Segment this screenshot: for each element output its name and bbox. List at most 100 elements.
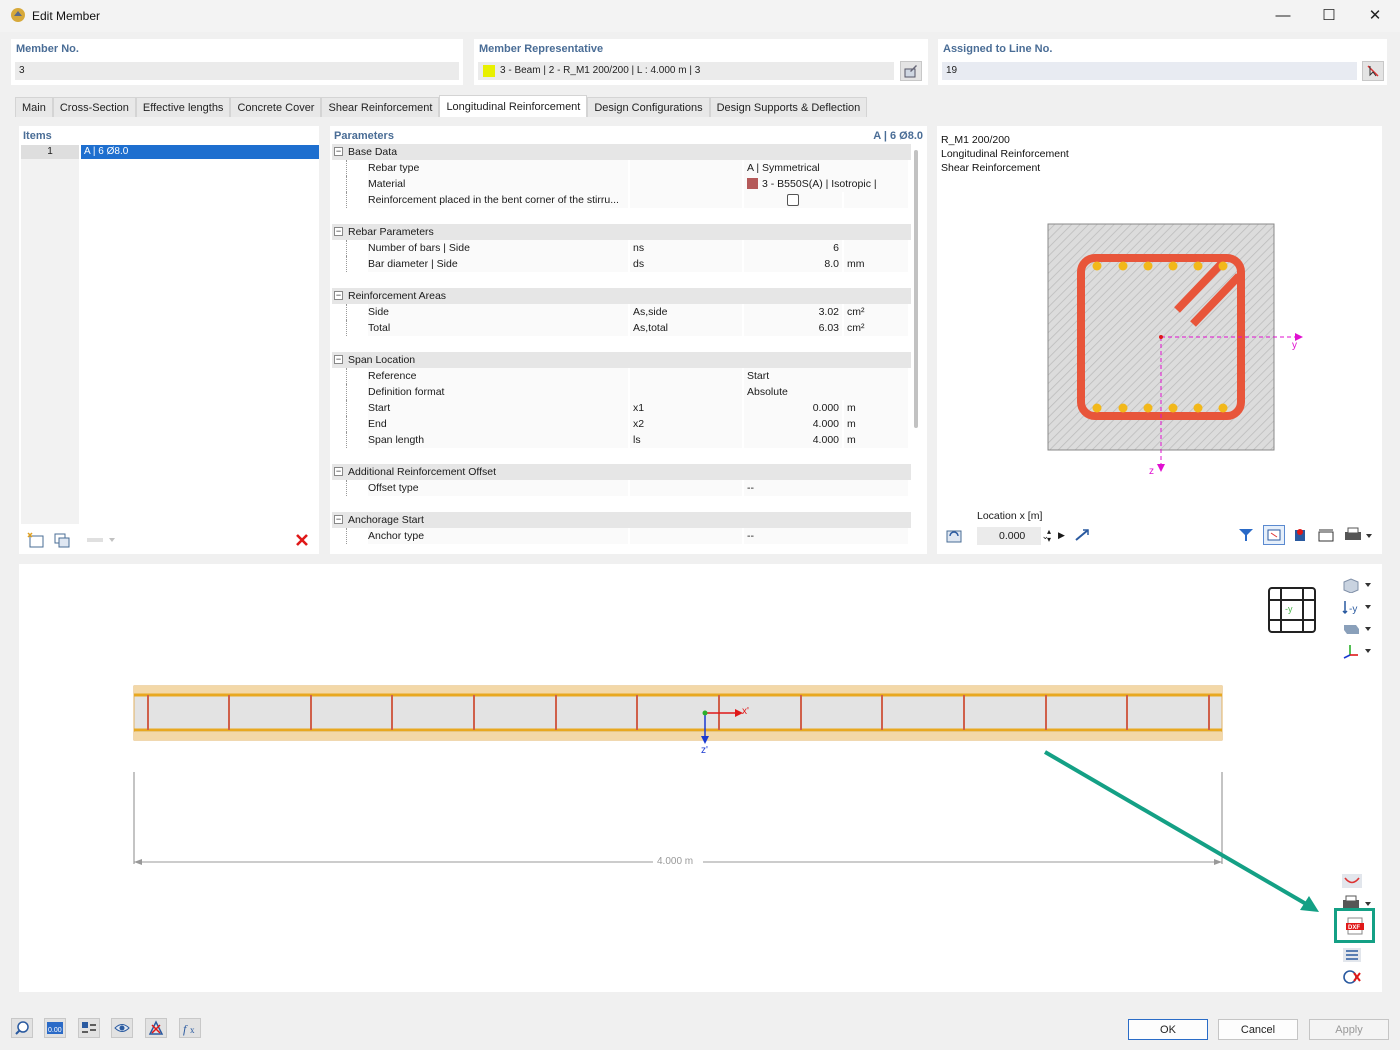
group-rebar-parameters[interactable]: − Rebar Parameters [332, 224, 911, 240]
item-options-dropdown[interactable] [83, 530, 119, 550]
select-objects-icon [82, 1022, 96, 1033]
coordinate-axes-icon [1343, 645, 1371, 659]
tab-design-configurations[interactable]: Design Configurations [587, 97, 710, 117]
maximize-button[interactable]: ☐ [1306, 0, 1352, 30]
row-bar-diameter[interactable]: Bar diameter | Side ds 8.0 mm [332, 256, 911, 272]
display-button[interactable] [111, 1018, 133, 1038]
printer-icon [1345, 527, 1372, 540]
row-number-of-bars[interactable]: Number of bars | Side ns 6 [332, 240, 911, 256]
tab-design-supports-deflection[interactable]: Design Supports & Deflection [709, 97, 868, 117]
units-button[interactable]: 0.00 [44, 1018, 66, 1038]
items-index-column [21, 158, 79, 524]
delete-item-button[interactable] [291, 530, 313, 550]
tab-concrete-cover[interactable]: Concrete Cover [230, 97, 322, 117]
section-cut-button[interactable] [1071, 525, 1093, 545]
units-icon: 0.00 [47, 1022, 63, 1034]
group-base-data[interactable]: − Base Data [332, 144, 911, 160]
group-reinforcement-areas[interactable]: − Reinforcement Areas [332, 288, 911, 304]
collapse-icon[interactable]: − [334, 147, 343, 156]
tab-main[interactable]: Main [15, 97, 53, 117]
collapse-icon[interactable]: − [334, 291, 343, 300]
select-objects-button[interactable] [78, 1018, 100, 1038]
help-button[interactable] [11, 1018, 33, 1038]
row-bent-corner[interactable]: Reinforcement placed in the bent corner … [332, 192, 911, 208]
member-no-field[interactable]: 3 [15, 62, 459, 80]
tab-cross-section[interactable]: Cross-Section [52, 97, 136, 117]
tab-longitudinal-reinforcement[interactable]: Longitudinal Reinforcement [439, 95, 588, 117]
app-icon [11, 8, 25, 22]
row-anchor-type[interactable]: Anchor type -- [332, 528, 911, 544]
location-next-button[interactable]: ▶ [1058, 530, 1065, 541]
row-end[interactable]: End x2 4.000 m [332, 416, 911, 432]
parameters-tree: − Base Data Rebar type A | Symmetrical Mat… [332, 144, 911, 550]
member-representative-field[interactable]: 3 - Beam | 2 - R_M1 200/200 | L : 4.000 … [478, 62, 894, 80]
new-item-button[interactable] [25, 530, 47, 550]
location-stepper[interactable]: ▴ ▾ [1047, 528, 1051, 544]
member-color-swatch [483, 65, 495, 77]
refresh-section-button[interactable] [943, 526, 965, 546]
reset-view-button[interactable] [1341, 968, 1375, 986]
collapse-icon[interactable]: − [334, 227, 343, 236]
list-item[interactable]: 1 A | 6 Ø8.0 [21, 145, 319, 159]
close-button[interactable]: ✕ [1352, 0, 1398, 30]
row-area-total[interactable]: Total As,total 6.03 cm² [332, 320, 911, 336]
display-options-button[interactable] [1289, 525, 1311, 545]
view-direction-button[interactable] [1341, 576, 1375, 594]
tab-shear-reinforcement[interactable]: Shear Reinforcement [321, 97, 440, 117]
axis-orientation-button[interactable]: -y [1341, 598, 1375, 616]
parameters-scrollbar[interactable] [914, 150, 918, 428]
sync-icon [946, 530, 962, 543]
copy-item-button[interactable] [51, 530, 73, 550]
pick-line-button[interactable] [1362, 61, 1384, 81]
bent-corner-checkbox[interactable] [787, 194, 799, 206]
row-reference[interactable]: Reference Start [332, 368, 911, 384]
axis-z-prime-label: z' [701, 745, 708, 756]
print-section-button[interactable] [1341, 525, 1375, 545]
tab-bar: Main Cross-Section Effective lengths Con… [15, 95, 868, 117]
display-eye-icon [114, 1024, 130, 1032]
cancel-button[interactable]: Cancel [1218, 1019, 1298, 1040]
collapse-icon[interactable]: − [334, 515, 343, 524]
group-additional-offset[interactable]: − Additional Reinforcement Offset [332, 464, 911, 480]
row-start[interactable]: Start x1 0.000 m [332, 400, 911, 416]
copy-icon [54, 533, 70, 548]
assigned-line-label: Assigned to Line No. [943, 43, 1053, 55]
edit-representative-button[interactable] [900, 61, 922, 81]
dropdown-icon [87, 538, 115, 542]
group-anchorage-start[interactable]: − Anchorage Start [332, 512, 911, 528]
coordinate-system-button[interactable] [1341, 642, 1375, 660]
section-view-button[interactable] [1263, 525, 1285, 545]
tab-effective-lengths[interactable]: Effective lengths [135, 97, 231, 117]
formula-button[interactable]: fx [179, 1018, 201, 1038]
render-mode-button[interactable] [1341, 620, 1375, 638]
items-panel: Items 1 A | 6 Ø8.0 [19, 126, 319, 554]
ok-button[interactable]: OK [1128, 1019, 1208, 1040]
section-cut-icon [1075, 529, 1089, 541]
highlight-arrow [1043, 750, 1319, 912]
row-material[interactable]: Material3 - B550S(A) | Isotropic | Line.… [332, 176, 911, 206]
structure-button[interactable] [145, 1018, 167, 1038]
location-input[interactable]: 0.000 ⌄ [977, 527, 1049, 545]
export-dxf-button[interactable]: DXF [1334, 908, 1375, 943]
collapse-icon[interactable]: − [334, 467, 343, 476]
help-search-icon [15, 1021, 29, 1035]
deflection-view-button[interactable] [1341, 872, 1375, 890]
preview-line-longitudinal: Longitudinal Reinforcement [941, 148, 1069, 160]
dimension-button[interactable] [1315, 525, 1337, 545]
structure-icon [148, 1020, 164, 1035]
row-span-length[interactable]: Span length ls 4.000 m [332, 432, 911, 448]
collapse-icon[interactable]: − [334, 355, 343, 364]
row-area-side[interactable]: Side As,side 3.02 cm² [332, 304, 911, 320]
row-definition-format[interactable]: Definition format Absolute [332, 384, 911, 400]
row-rebar-type[interactable]: Rebar type A | Symmetrical [332, 160, 911, 176]
apply-button[interactable]: Apply [1309, 1019, 1389, 1040]
elevation-options-button[interactable] [1341, 946, 1375, 964]
assigned-line-field[interactable]: 19 [942, 62, 1357, 80]
deflection-icon [1342, 874, 1362, 888]
svg-text:x: x [190, 1025, 195, 1035]
filter-button[interactable] [1235, 525, 1257, 545]
row-offset-type[interactable]: Offset type -- [332, 480, 911, 496]
item-number: 1 [21, 145, 79, 159]
group-span-location[interactable]: − Span Location [332, 352, 911, 368]
minimize-button[interactable]: — [1260, 0, 1306, 30]
